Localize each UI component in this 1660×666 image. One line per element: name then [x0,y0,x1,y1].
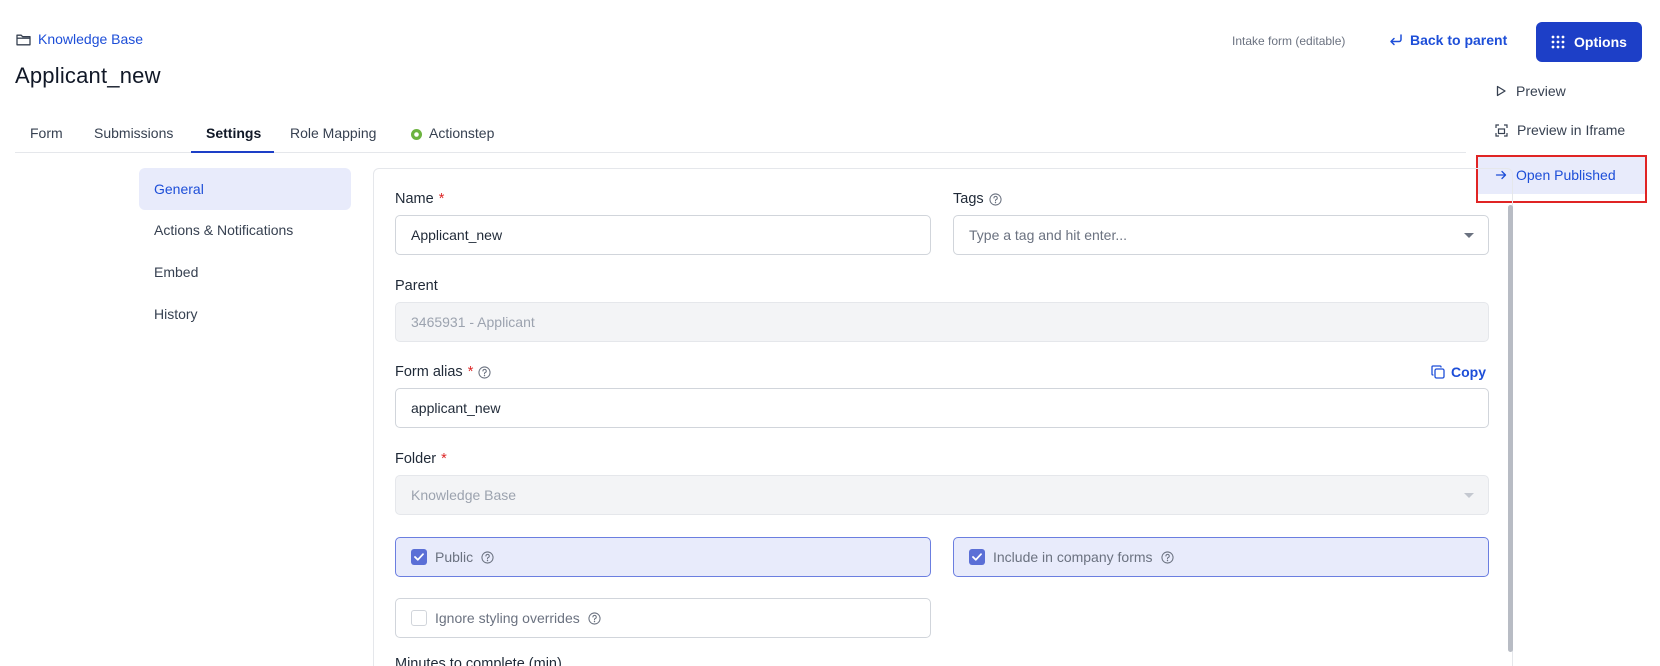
folder-select: Knowledge Base [395,475,1489,515]
side-nav-history[interactable]: History [139,293,351,335]
menu-item-label: Preview [1516,83,1566,99]
checkbox-checked-icon[interactable] [411,549,427,565]
form-alias-label: Form alias * [395,364,491,380]
scrollbar[interactable] [1508,205,1513,652]
help-icon[interactable] [478,365,491,379]
actionstep-icon [410,128,423,141]
help-icon[interactable] [588,611,601,625]
folder-value: Knowledge Base [411,487,517,503]
checkbox-checked-icon[interactable] [969,549,985,565]
tab-bar: Form Submissions Settings Role Mapping A… [15,120,1466,153]
tags-placeholder: Type a tag and hit enter... [969,227,1127,243]
tags-input[interactable]: Type a tag and hit enter... [953,215,1489,255]
tab-label: Actionstep [429,125,495,141]
breadcrumb-label[interactable]: Knowledge Base [38,31,143,47]
required-marker: * [441,451,447,467]
chevron-down-icon [1464,493,1474,498]
folder-label-text: Folder [395,451,437,467]
side-nav-embed[interactable]: Embed [139,251,351,293]
copy-icon [1431,365,1445,379]
tags-label-text: Tags [953,191,984,207]
menu-item-label: Preview in Iframe [1517,122,1626,138]
parent-label: Parent [395,278,438,294]
options-label: Options [1574,34,1627,50]
mode-label: Intake form (editable) [1232,34,1346,48]
required-marker: * [467,364,474,380]
required-marker: * [438,191,445,207]
parent-field: 3465931 - Applicant [395,302,1489,342]
folder-icon [16,33,31,46]
side-nav-actions-notifications[interactable]: Actions & Notifications [139,209,351,251]
tab-submissions[interactable]: Submissions [94,120,173,153]
tab-actionstep[interactable]: Actionstep [410,120,494,153]
help-icon[interactable] [481,550,494,564]
form-alias-input[interactable]: applicant_new [395,388,1489,428]
back-to-parent-label: Back to parent [1410,32,1508,48]
checkbox-unchecked-icon[interactable] [411,610,427,626]
play-icon [1495,85,1507,97]
side-nav-general[interactable]: General [139,168,351,210]
company-forms-checkbox[interactable]: Include in company forms [953,537,1489,577]
folder-label: Folder * [395,451,447,467]
parent-label-text: Parent [395,278,438,294]
iframe-icon [1495,123,1508,137]
public-checkbox[interactable]: Public [395,537,931,577]
help-icon[interactable] [989,192,1002,206]
name-input[interactable]: Applicant_new [395,215,931,255]
menu-item-preview[interactable]: Preview [1478,72,1646,110]
tab-role-mapping[interactable]: Role Mapping [290,120,376,153]
ignore-styling-checkbox[interactable]: Ignore styling overrides [395,598,931,638]
help-icon[interactable] [1160,550,1174,564]
page-title: Applicant_new [15,63,161,88]
options-button[interactable]: Options [1536,22,1642,62]
public-label: Public [435,549,474,565]
chevron-down-icon[interactable] [1464,233,1474,238]
company-forms-label: Include in company forms [993,549,1153,565]
return-arrow-icon [1389,33,1403,47]
grid-icon [1551,35,1565,49]
name-label-text: Name [395,191,434,207]
ignore-styling-label: Ignore styling overrides [435,610,580,626]
name-label: Name * [395,191,444,207]
breadcrumb[interactable]: Knowledge Base [16,31,143,47]
tab-form[interactable]: Form [30,120,63,153]
back-to-parent-link[interactable]: Back to parent [1389,32,1507,48]
tab-settings[interactable]: Settings [206,120,261,153]
menu-item-preview-iframe[interactable]: Preview in Iframe [1478,111,1646,149]
form-alias-label-text: Form alias [395,364,463,380]
active-tab-indicator [191,151,274,153]
minutes-to-complete-label: Minutes to complete (min) [395,656,562,666]
tags-label: Tags [953,191,1002,207]
copy-button[interactable]: Copy [1431,364,1486,380]
copy-label: Copy [1451,364,1486,380]
